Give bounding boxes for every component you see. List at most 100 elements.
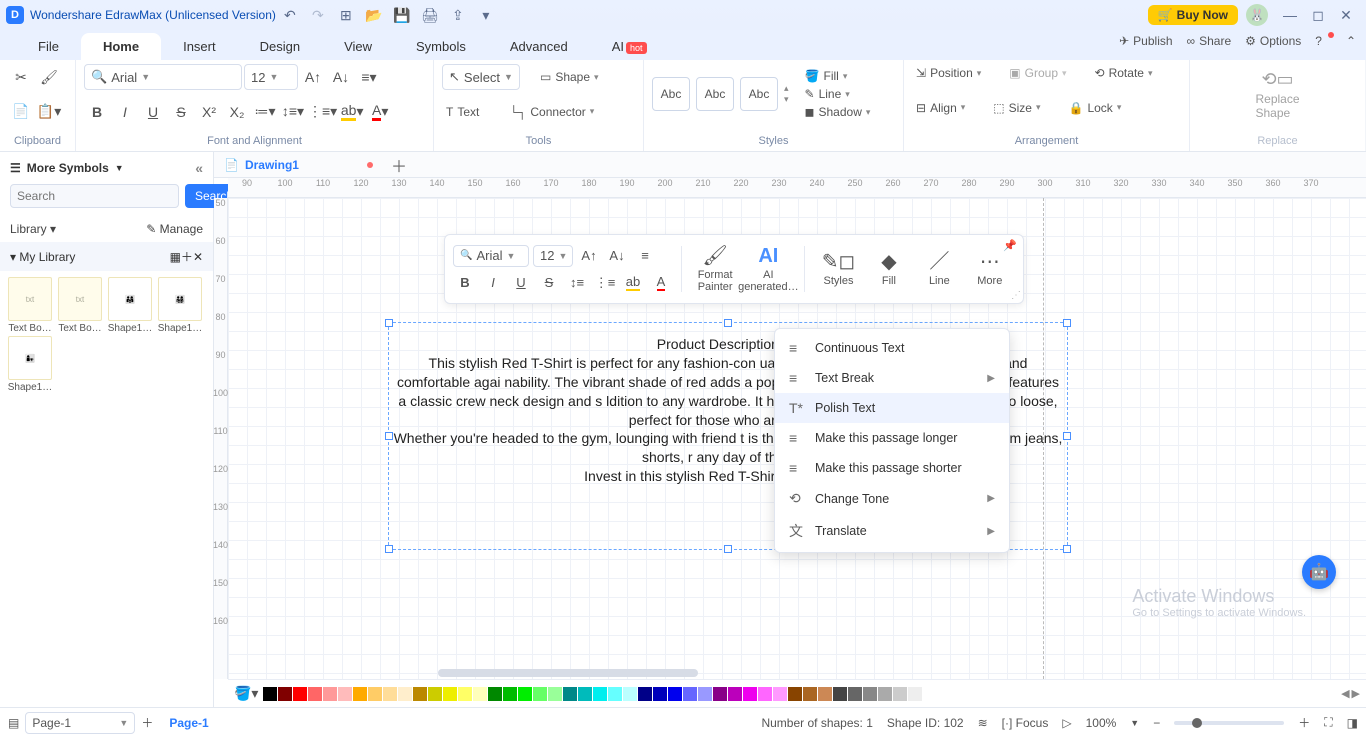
float-increase-font[interactable]: A↑ xyxy=(577,244,601,268)
buy-now-button[interactable]: 🛒Buy Now xyxy=(1148,5,1238,25)
bullets-button[interactable]: ≔▾ xyxy=(252,99,278,125)
document-tab-drawing1[interactable]: 📄Drawing1 xyxy=(224,158,299,172)
export-button[interactable]: ⇪ xyxy=(446,3,470,27)
color-swatch[interactable] xyxy=(518,687,532,701)
rotate-button[interactable]: ⟲Rotate▾ xyxy=(1091,64,1157,82)
color-swatch[interactable] xyxy=(893,687,907,701)
resize-handle-t[interactable] xyxy=(724,319,732,327)
collapse-ribbon-button[interactable]: ⌃ xyxy=(1346,34,1356,48)
more-symbols-label[interactable]: More Symbols xyxy=(27,161,109,175)
share-button[interactable]: ∞Share xyxy=(1187,34,1232,48)
format-painter-button[interactable]: 🖌 xyxy=(36,64,62,90)
color-swatch[interactable] xyxy=(803,687,817,701)
pin-toolbar-button[interactable]: 📌 xyxy=(1003,239,1017,252)
color-swatch[interactable] xyxy=(668,687,682,701)
color-scroll-left[interactable]: ◀ xyxy=(1341,687,1349,700)
resize-handle-bl[interactable] xyxy=(385,545,393,553)
presentation-button[interactable]: ▷ xyxy=(1062,716,1071,730)
collapse-panel-button[interactable]: « xyxy=(195,160,203,176)
float-decrease-font[interactable]: A↓ xyxy=(605,244,629,268)
tab-advanced[interactable]: Advanced xyxy=(488,33,590,60)
bucket-icon[interactable]: 🪣▾ xyxy=(234,685,258,702)
float-ai-generated[interactable]: AIAI generated… xyxy=(740,245,796,293)
color-swatch[interactable] xyxy=(428,687,442,701)
float-fill[interactable]: ◆Fill xyxy=(864,251,914,287)
color-swatch[interactable] xyxy=(653,687,667,701)
color-swatch[interactable] xyxy=(623,687,637,701)
color-swatch[interactable] xyxy=(698,687,712,701)
color-swatch[interactable] xyxy=(848,687,862,701)
color-swatch[interactable] xyxy=(563,687,577,701)
line-button[interactable]: ✎Line▾ xyxy=(801,85,875,103)
lib-close-button[interactable]: ✕ xyxy=(193,250,203,264)
chat-assistant-button[interactable]: 🤖 xyxy=(1302,555,1336,589)
font-color-button[interactable]: A▾ xyxy=(367,99,393,125)
align-button-2[interactable]: ⊟Align▾ xyxy=(912,99,969,117)
print-button[interactable]: 🖨 xyxy=(418,3,442,27)
strike-button[interactable]: S xyxy=(168,99,194,125)
float-bullets[interactable]: ⋮≡ xyxy=(593,271,617,295)
style-scroll-up[interactable]: ▴ xyxy=(784,83,789,94)
increase-font-button[interactable]: A↑ xyxy=(300,64,326,90)
float-size-combo[interactable]: 12▼ xyxy=(533,245,573,267)
color-swatch[interactable] xyxy=(818,687,832,701)
float-styles[interactable]: ✎◻Styles xyxy=(813,251,863,287)
help-button[interactable]: ? xyxy=(1315,34,1332,48)
lib-item-2[interactable]: 👨‍👩‍👧Shape1… xyxy=(106,277,154,334)
add-page-button[interactable]: ＋ xyxy=(141,714,153,731)
color-swatch[interactable] xyxy=(788,687,802,701)
fill-button[interactable]: 🪣Fill▾ xyxy=(801,67,875,85)
color-swatch[interactable] xyxy=(413,687,427,701)
color-swatch[interactable] xyxy=(458,687,472,701)
float-color[interactable]: A xyxy=(649,271,673,295)
font-name-combo[interactable]: 🔍Arial▼ xyxy=(84,64,242,90)
italic-button[interactable]: I xyxy=(112,99,138,125)
tab-insert[interactable]: Insert xyxy=(161,33,238,60)
lib-item-0[interactable]: txtText Bo… xyxy=(6,277,54,334)
focus-button[interactable]: [·] Focus xyxy=(1002,716,1049,730)
float-font-combo[interactable]: 🔍Arial▼ xyxy=(453,245,529,267)
line-spacing-button[interactable]: ↕≡▾ xyxy=(280,99,306,125)
color-swatch[interactable] xyxy=(833,687,847,701)
add-tab-button[interactable]: ＋ xyxy=(391,153,407,177)
color-swatch[interactable] xyxy=(368,687,382,701)
toolbar-resize-grip[interactable]: ⋰ xyxy=(1011,290,1021,301)
menu-make-longer[interactable]: ≡Make this passage longer xyxy=(775,423,1009,453)
resize-handle-b[interactable] xyxy=(724,545,732,553)
symbol-search-input[interactable] xyxy=(10,184,179,208)
lock-button[interactable]: 🔒Lock▾ xyxy=(1065,99,1126,117)
connector-tool-button[interactable]: └┐Connector▾ xyxy=(505,103,598,121)
my-library-toggle[interactable]: ▾ My Library xyxy=(10,250,75,264)
float-spacing[interactable]: ↕≡ xyxy=(565,271,589,295)
tab-design[interactable]: Design xyxy=(238,33,322,60)
color-swatch[interactable] xyxy=(743,687,757,701)
page-layout-icon[interactable]: ▤ xyxy=(8,716,19,730)
position-button[interactable]: ⇲Position▾ xyxy=(912,64,985,82)
undo-button[interactable]: ↶ xyxy=(278,3,302,27)
menu-text-break[interactable]: ≡Text Break▶ xyxy=(775,363,1009,393)
size-button[interactable]: ⬚Size▾ xyxy=(989,99,1044,117)
float-align[interactable]: ≡ xyxy=(633,244,657,268)
color-swatch[interactable] xyxy=(908,687,922,701)
color-swatch[interactable] xyxy=(548,687,562,701)
float-line[interactable]: ／Line xyxy=(914,251,964,287)
minimize-button[interactable]: — xyxy=(1278,3,1302,27)
group-button[interactable]: ▣Group▾ xyxy=(1005,64,1070,82)
tab-view[interactable]: View xyxy=(322,33,394,60)
float-bold[interactable]: B xyxy=(453,271,477,295)
color-swatch[interactable] xyxy=(608,687,622,701)
float-underline[interactable]: U xyxy=(509,271,533,295)
color-swatch[interactable] xyxy=(773,687,787,701)
canvas-scrollbar[interactable] xyxy=(438,669,698,677)
color-swatch[interactable] xyxy=(923,687,937,701)
resize-handle-br[interactable] xyxy=(1063,545,1071,553)
page-tab-1[interactable]: Page-1 xyxy=(169,716,208,730)
lib-item-4[interactable]: 👩‍👧Shape1… xyxy=(6,336,54,393)
menu-polish-text[interactable]: T*Polish Text xyxy=(775,393,1009,423)
float-italic[interactable]: I xyxy=(481,271,505,295)
underline-button[interactable]: U xyxy=(140,99,166,125)
color-swatch[interactable] xyxy=(683,687,697,701)
decrease-font-button[interactable]: A↓ xyxy=(328,64,354,90)
lib-action-1[interactable]: ▦ xyxy=(170,250,181,264)
resize-handle-tr[interactable] xyxy=(1063,319,1071,327)
